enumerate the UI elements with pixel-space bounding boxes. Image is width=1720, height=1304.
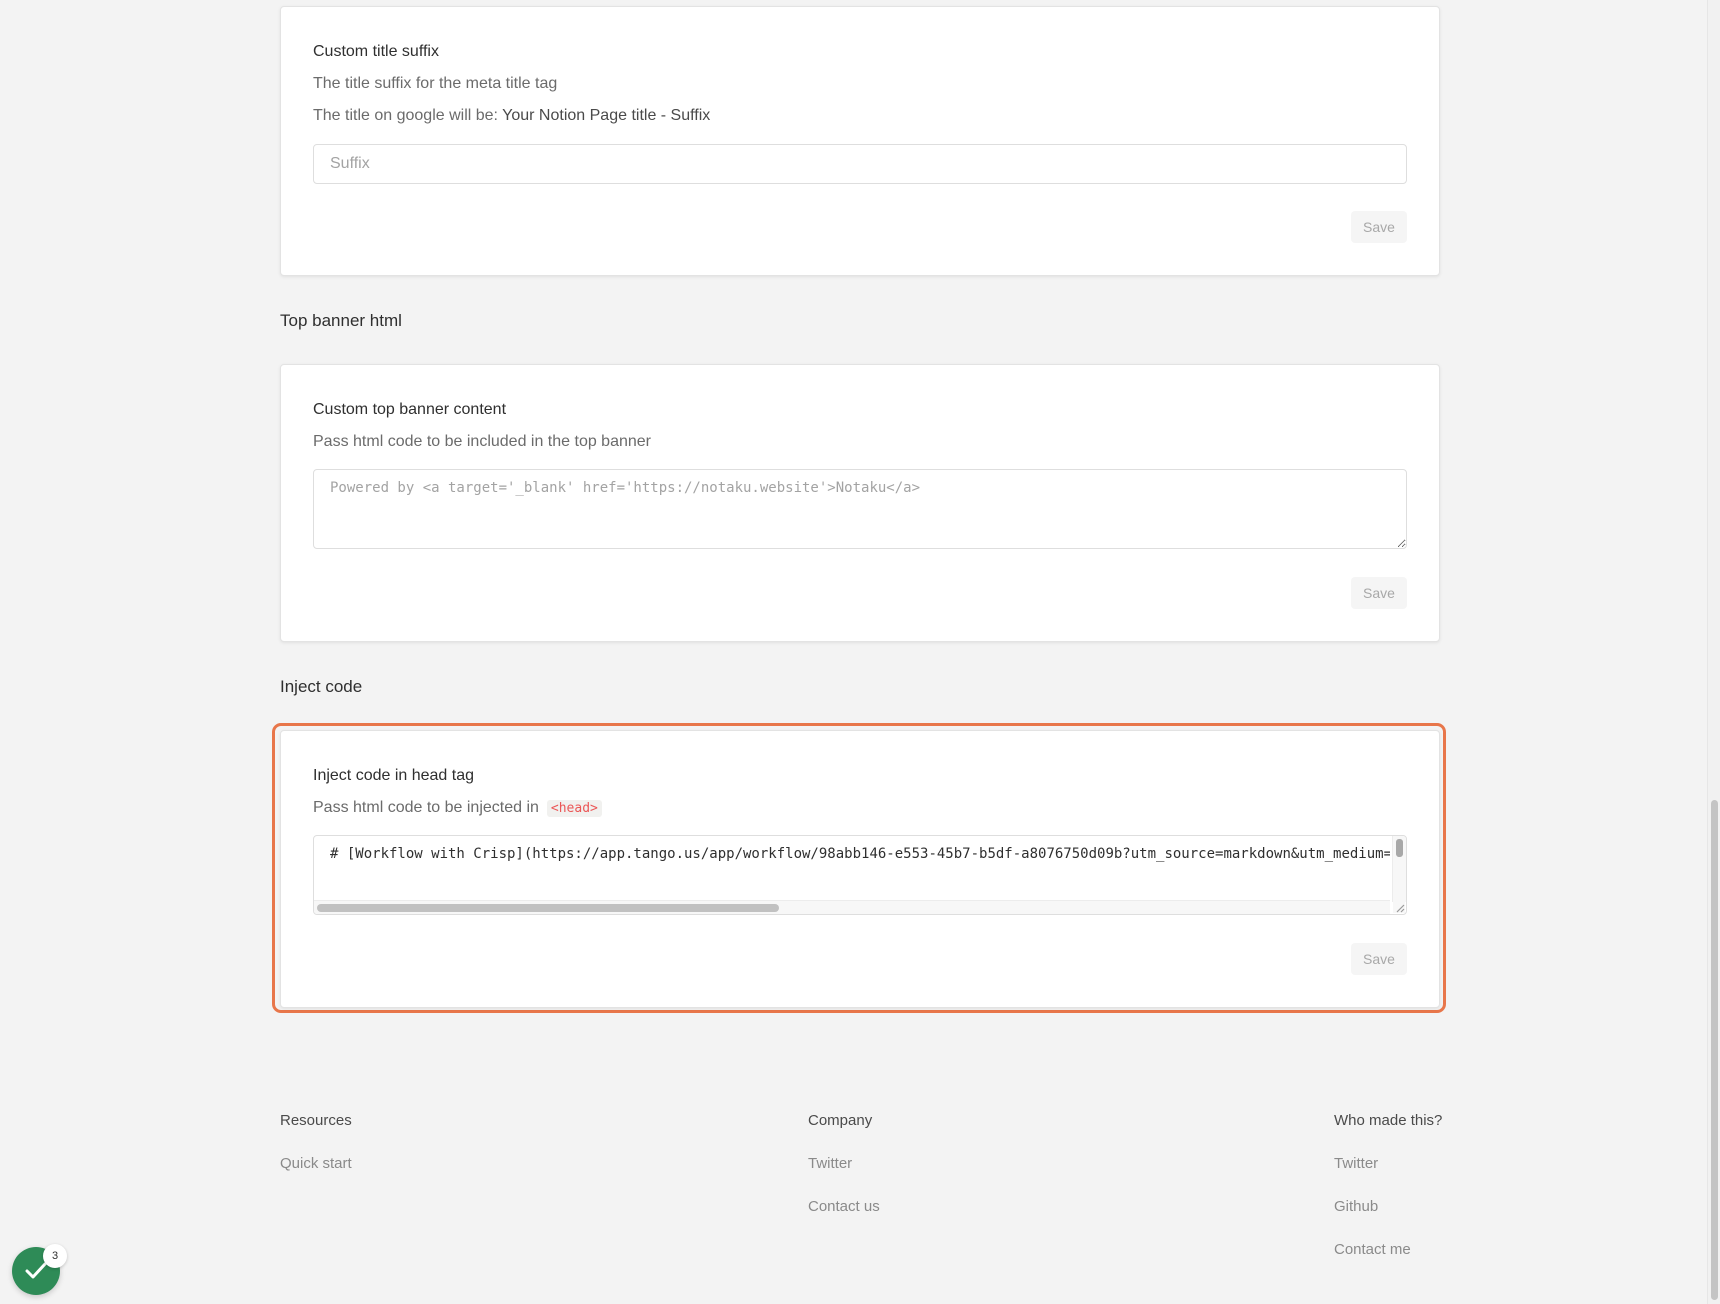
- suffix-input[interactable]: [313, 144, 1407, 184]
- footer-heading: Resources: [280, 1112, 352, 1129]
- top-banner-card: Custom top banner content Pass html code…: [280, 364, 1440, 642]
- horizontal-scroll-thumb[interactable]: [317, 904, 779, 912]
- footer-link-contact-us[interactable]: Contact us: [808, 1198, 880, 1215]
- google-title-prefix: The title on google will be:: [313, 107, 503, 124]
- horizontal-scrollbar[interactable]: [314, 900, 1390, 914]
- section-heading-top-banner: Top banner html: [280, 311, 402, 330]
- page-scroll-thumb[interactable]: [1711, 800, 1718, 1300]
- settings-page: Custom title suffix The title suffix for…: [0, 0, 1720, 1304]
- footer-company: Company Twitter Contact us: [808, 1112, 880, 1241]
- footer-link-twitter[interactable]: Twitter: [1334, 1155, 1442, 1172]
- notification-badge: 3: [43, 1244, 67, 1268]
- resize-handle-icon[interactable]: [1393, 901, 1405, 913]
- footer-who-made: Who made this? Twitter Github Contact me: [1334, 1112, 1442, 1284]
- vertical-scroll-thumb[interactable]: [1396, 839, 1403, 857]
- footer-link-twitter[interactable]: Twitter: [808, 1155, 880, 1172]
- vertical-scrollbar[interactable]: [1392, 836, 1406, 902]
- card-title: Custom top banner content: [313, 401, 507, 418]
- section-heading-inject-code: Inject code: [280, 677, 363, 696]
- footer-link-contact-me[interactable]: Contact me: [1334, 1241, 1442, 1258]
- description-text: Pass html code to be injected in: [313, 799, 539, 816]
- footer-link-github[interactable]: Github: [1334, 1198, 1442, 1215]
- card-title: Custom title suffix: [313, 43, 439, 60]
- save-button[interactable]: Save: [1351, 943, 1407, 975]
- top-banner-textarea[interactable]: [313, 469, 1407, 549]
- google-title-preview: The title on google will be: Your Notion…: [313, 107, 710, 125]
- google-title-example: Your Notion Page title - Suffix: [502, 107, 711, 124]
- footer-link-quick-start[interactable]: Quick start: [280, 1155, 352, 1172]
- card-description: Pass html code to be injected in <head>: [313, 799, 602, 817]
- save-button[interactable]: Save: [1351, 211, 1407, 243]
- checkmark-icon: [25, 1262, 47, 1279]
- card-description: The title suffix for the meta title tag: [313, 75, 558, 92]
- head-code-textarea[interactable]: # [Workflow with Crisp](https://app.tang…: [313, 835, 1407, 915]
- title-suffix-card: Custom title suffix The title suffix for…: [280, 6, 1440, 276]
- card-description: Pass html code to be included in the top…: [313, 433, 651, 450]
- page-scrollbar[interactable]: [1707, 0, 1720, 1304]
- code-value[interactable]: # [Workflow with Crisp](https://app.tang…: [330, 846, 1390, 862]
- footer-heading: Who made this?: [1334, 1112, 1443, 1129]
- footer-heading: Company: [808, 1112, 873, 1129]
- card-title: Inject code in head tag: [313, 767, 475, 784]
- save-button[interactable]: Save: [1351, 577, 1407, 609]
- footer-resources: Resources Quick start: [280, 1112, 352, 1198]
- inject-code-card: Inject code in head tag Pass html code t…: [280, 730, 1440, 1008]
- head-tag-pill: <head>: [546, 800, 602, 817]
